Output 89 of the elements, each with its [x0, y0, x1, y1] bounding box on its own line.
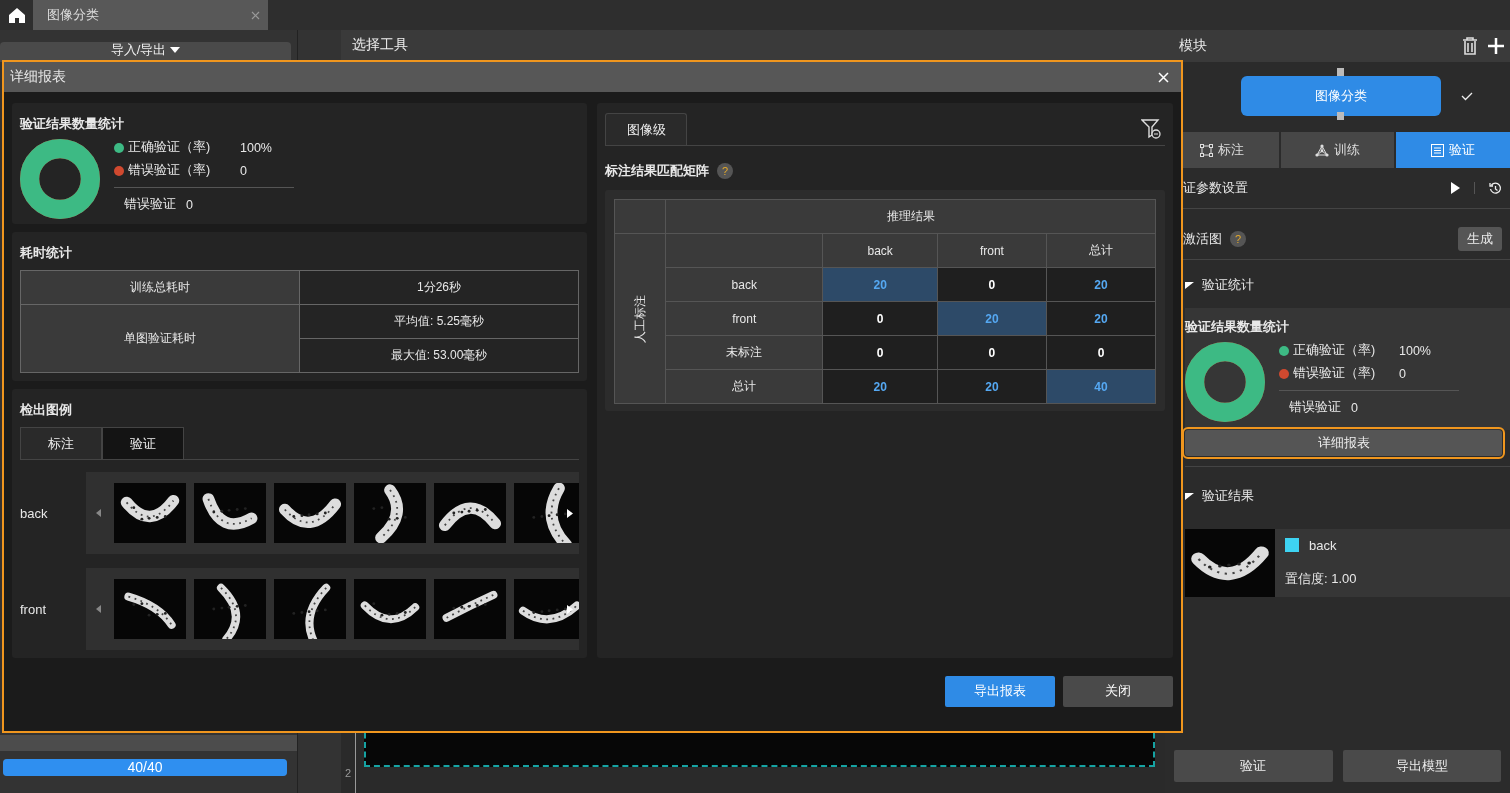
legend-value: 0: [240, 163, 247, 178]
table-cell: 20: [1046, 301, 1156, 336]
ruler-label: 2: [344, 767, 352, 779]
table-cell: 1分26秒: [299, 270, 579, 305]
close-button[interactable]: 关闭: [1063, 675, 1173, 707]
play-icon[interactable]: [1451, 182, 1460, 194]
column-header: back: [822, 233, 938, 268]
legend-value: 100%: [1399, 343, 1431, 358]
table-cell: 20: [822, 369, 938, 404]
history-icon[interactable]: [1489, 181, 1502, 195]
row-header: front: [665, 301, 823, 336]
legend-label: 正确验证（率): [1293, 342, 1377, 359]
class-label: back: [20, 505, 49, 521]
table-cell: 0: [822, 301, 938, 336]
scroll-left-icon[interactable]: [95, 509, 101, 517]
view-tab[interactable]: 验证: [102, 427, 184, 459]
filter-icon[interactable]: [1141, 119, 1161, 139]
error-value: 0: [186, 197, 193, 212]
table-cell: 0: [937, 267, 1047, 302]
matrix-title: 标注结果匹配矩阵: [605, 162, 709, 180]
scroll-right-icon[interactable]: [567, 508, 573, 518]
card-title: 耗时统计: [20, 244, 73, 262]
row-header: 总计: [665, 369, 823, 404]
confidence-text: 置信度: 1.00: [1285, 570, 1358, 589]
progress-reading: 40/40: [126, 759, 164, 776]
view-tab[interactable]: 标注: [20, 427, 102, 459]
class-label: front: [20, 601, 47, 617]
result-item[interactable]: back 置信度: 1.00: [1185, 529, 1510, 597]
table-cell: 平均值: 5.25毫秒: [299, 304, 579, 339]
legend-label: 正确验证（率): [128, 139, 212, 156]
add-icon[interactable]: [1488, 38, 1504, 54]
mode-tab[interactable]: 训练: [1280, 132, 1395, 168]
legend-value: 100%: [240, 140, 272, 155]
mode-tab[interactable]: 验证: [1396, 132, 1510, 168]
scroll-left-icon[interactable]: [95, 605, 101, 613]
table-cell: 训练总耗时: [20, 270, 300, 305]
error-value: 0: [1351, 400, 1358, 415]
action-button[interactable]: 导出模型: [1342, 750, 1501, 782]
table-cell: 0: [937, 335, 1047, 370]
table-cell: 20: [937, 369, 1047, 404]
bounding-box-icon: [1199, 143, 1213, 157]
import-export-button[interactable]: 导入/导出: [0, 42, 291, 62]
column-header: 总计: [1046, 233, 1156, 268]
scroll-right-icon[interactable]: [567, 604, 573, 614]
table-header: 人工标注: [631, 294, 648, 343]
detail-report-button[interactable]: 详细报表: [1185, 430, 1502, 456]
panel-title: 模块: [1179, 37, 1208, 55]
table-cell: 0: [1046, 335, 1156, 370]
dialog-title: 详细报表: [10, 68, 66, 86]
network-icon: [1315, 143, 1329, 157]
table-cell: 单图验证耗时: [20, 304, 300, 373]
section-title: 验证结果: [1202, 487, 1254, 505]
legend-label: 错误验证（率): [1293, 365, 1377, 382]
help-icon[interactable]: ?: [717, 163, 733, 179]
trash-icon[interactable]: [1462, 37, 1478, 55]
section-title: 验证统计: [1202, 276, 1254, 294]
row-header: 未标注: [665, 335, 823, 370]
section-label: 激活图: [1183, 230, 1222, 248]
table-cell: 20: [1046, 267, 1156, 302]
home-icon[interactable]: [8, 7, 25, 23]
table-cell: 40: [1046, 369, 1156, 404]
card-title: 验证结果数量统计: [20, 115, 125, 133]
legend-label: 错误验证（率): [128, 162, 212, 179]
action-button[interactable]: 验证: [1174, 750, 1333, 782]
class-label: back: [1309, 537, 1337, 553]
export-report-button[interactable]: 导出报表: [945, 675, 1055, 707]
list-icon: [1431, 143, 1445, 157]
table-header: 推理结果: [665, 199, 1156, 234]
table-cell: 20: [822, 267, 938, 302]
column-header: front: [937, 233, 1047, 268]
table-cell: 0: [822, 335, 938, 370]
view-tab[interactable]: 图像级: [605, 113, 687, 145]
module-node[interactable]: 图像分类: [1241, 76, 1441, 116]
table-cell: 20: [937, 301, 1047, 336]
caret-icon[interactable]: [1185, 492, 1194, 500]
row-header: back: [665, 267, 823, 302]
document-tab[interactable]: 图像分类: [33, 0, 268, 30]
table-cell: 最大值: 53.00毫秒: [299, 338, 579, 373]
help-icon[interactable]: ?: [1230, 231, 1246, 247]
error-label: 错误验证: [1289, 399, 1341, 416]
caret-icon[interactable]: [1185, 281, 1194, 289]
caret-icon: [170, 47, 181, 54]
generate-button[interactable]: 生成: [1458, 227, 1502, 251]
card-title: 验证结果数量统计: [1185, 318, 1290, 336]
legend-value: 0: [1399, 366, 1406, 381]
card-title: 检出图例: [20, 401, 73, 419]
section-label: 证参数设置: [1183, 179, 1249, 197]
error-label: 错误验证: [124, 196, 176, 213]
panel-title: 选择工具: [341, 30, 1165, 60]
